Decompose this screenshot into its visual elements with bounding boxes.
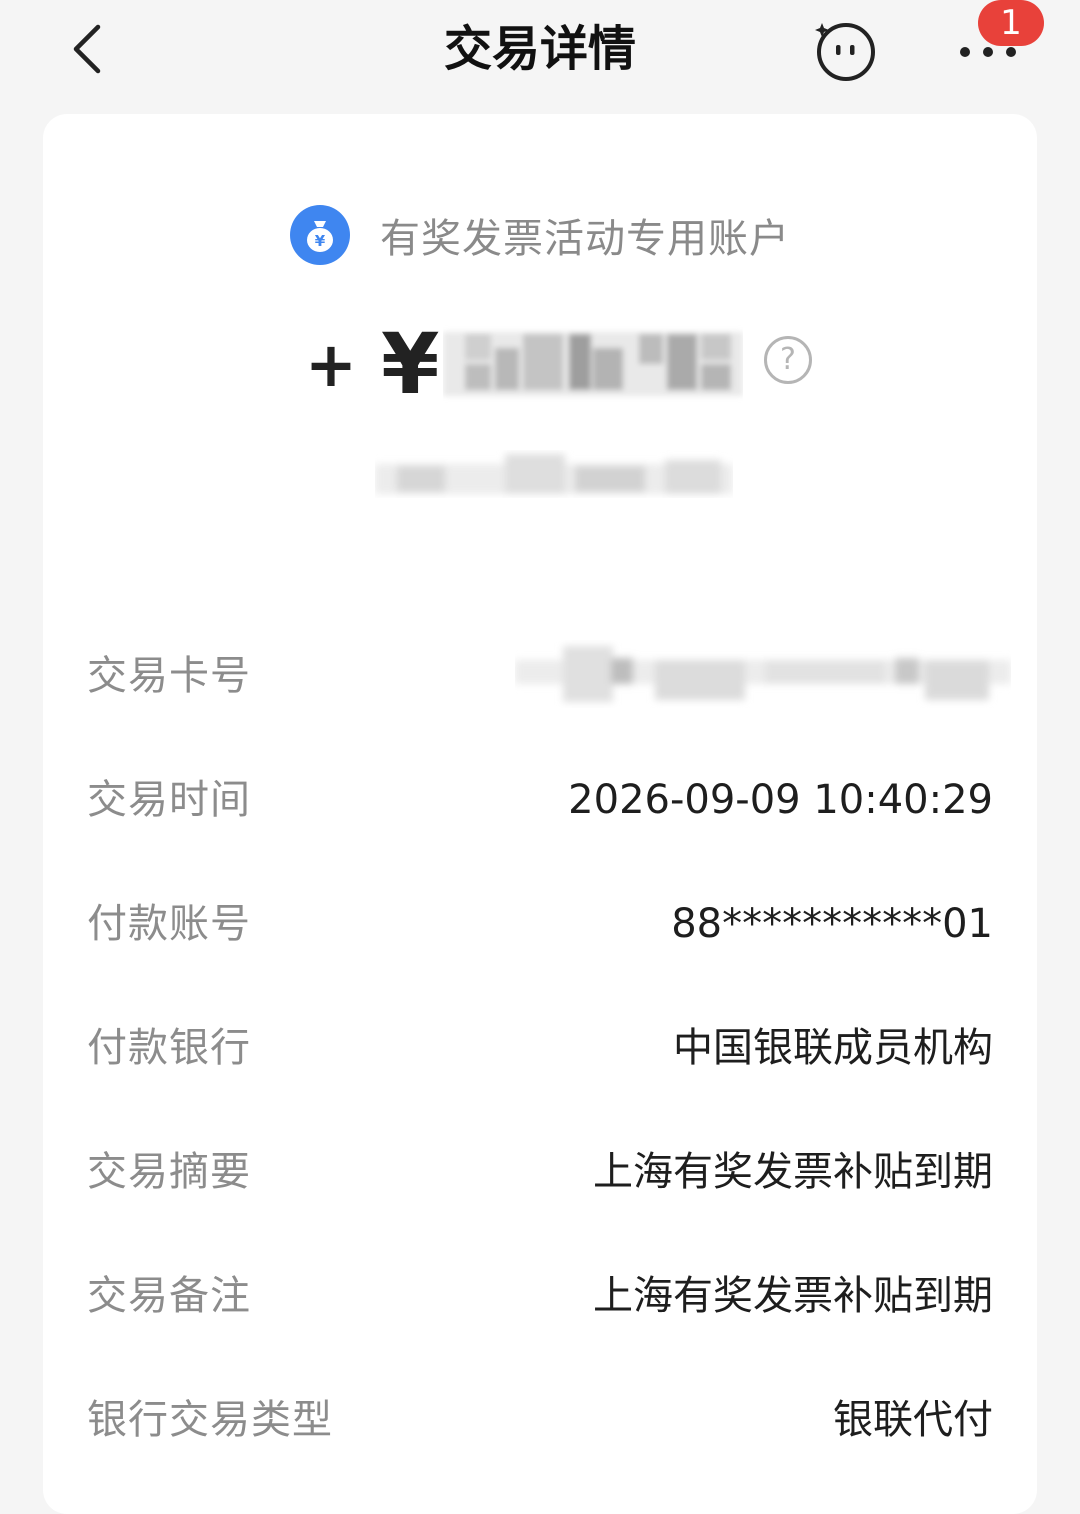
detail-label: 银行交易类型 [87, 1397, 333, 1443]
amount-row: + ¥ [305, 314, 743, 414]
detail-row-payer-account: 付款账号 88***********01 [43, 862, 1037, 986]
detail-label: 付款账号 [87, 901, 251, 947]
question-circle-icon[interactable]: ? [764, 336, 812, 384]
detail-label: 交易卡号 [87, 653, 251, 699]
detail-label: 交易时间 [87, 777, 251, 823]
amount-sign: + [305, 327, 357, 401]
detail-row-remark: 交易备注 上海有奖发票补贴到期 [43, 1234, 1037, 1358]
detail-value: 银联代付 [833, 1397, 993, 1443]
account-name: 有奖发票活动专用账户 [380, 216, 790, 262]
transaction-details: 交易卡号 交易时间 2026-09-09 10:40:29 付款账号 88***… [43, 614, 1037, 1482]
account-row: ¥ 有奖发票活动专用账户 [43, 202, 1037, 268]
detail-value: 中国银联成员机构 [673, 1025, 993, 1071]
detail-value: 2026-09-09 10:40:29 [568, 777, 993, 823]
top-nav-bar: 交易详情 1 [0, 0, 1080, 110]
detail-value: 88***********01 [671, 901, 993, 947]
detail-label: 付款银行 [87, 1025, 251, 1071]
back-button[interactable] [56, 14, 116, 84]
detail-label: 交易备注 [87, 1273, 251, 1319]
detail-row-time: 交易时间 2026-09-09 10:40:29 [43, 738, 1037, 862]
detail-row-payer-bank: 付款银行 中国银联成员机构 [43, 986, 1037, 1110]
detail-row-bank-transaction-type: 银行交易类型 银联代付 [43, 1358, 1037, 1482]
chevron-left-icon [73, 24, 101, 74]
redacted-subtitle [375, 454, 733, 494]
currency-symbol: ¥ [381, 315, 440, 413]
detail-label: 交易摘要 [87, 1149, 251, 1195]
notification-badge: 1 [978, 0, 1044, 46]
detail-row-card-number: 交易卡号 [43, 614, 1037, 738]
assistant-button[interactable] [810, 15, 880, 85]
smiley-assistant-icon [815, 23, 875, 81]
transaction-card: ¥ 有奖发票活动专用账户 + ¥ ? 交易卡号 交易时间 2026-09-09 … [43, 114, 1037, 1514]
svg-text:¥: ¥ [315, 232, 326, 250]
detail-value: 上海有奖发票补贴到期 [593, 1273, 993, 1319]
detail-value: 上海有奖发票补贴到期 [593, 1149, 993, 1195]
detail-row-summary: 交易摘要 上海有奖发票补贴到期 [43, 1110, 1037, 1234]
redacted-amount [443, 332, 743, 396]
money-bag-yuan-icon: ¥ [290, 205, 350, 265]
page-title: 交易详情 [443, 21, 636, 77]
redacted-card-number [515, 646, 1011, 702]
